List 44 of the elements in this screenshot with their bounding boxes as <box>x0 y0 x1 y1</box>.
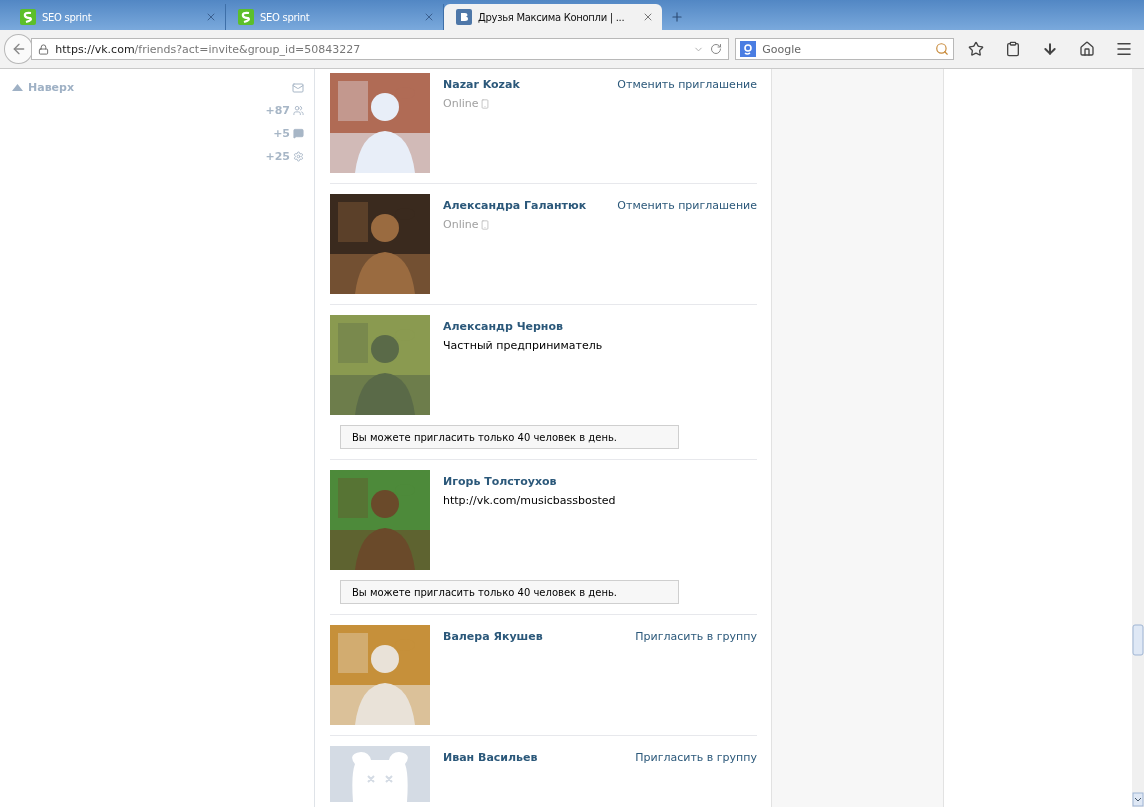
scrollbar[interactable] <box>1132 69 1144 807</box>
close-icon[interactable] <box>642 11 654 23</box>
invite-link[interactable]: Пригласить в группу <box>635 751 757 764</box>
close-icon[interactable] <box>423 11 435 23</box>
search-engine-icon <box>740 41 757 57</box>
friend-status: Частный предприниматель <box>443 339 603 352</box>
back-button[interactable] <box>4 34 34 64</box>
reload-icon[interactable] <box>710 43 723 55</box>
clipboard-icon <box>1004 41 1021 57</box>
menu-icon <box>1115 40 1134 58</box>
limit-notice: Вы можете пригласить только 40 человек в день. <box>340 580 679 604</box>
friend-status: Online <box>443 97 479 110</box>
s-logo-icon <box>238 9 254 25</box>
friend-status: http://vk.com/musicbassbosted <box>443 494 616 507</box>
friend-name[interactable]: Nazar Kozak <box>443 78 520 91</box>
close-icon[interactable] <box>205 11 217 23</box>
phone-icon <box>480 98 491 109</box>
friend-name[interactable]: Иван Васильев <box>443 751 538 764</box>
search-bar[interactable]: Google <box>735 38 954 60</box>
people-icon <box>293 105 304 116</box>
friend-name[interactable]: Игорь Толстоухов <box>443 475 557 488</box>
mail-icon[interactable] <box>292 81 304 94</box>
friend-name[interactable]: Александра Галантюк <box>443 199 587 212</box>
comment-icon <box>293 128 304 139</box>
phone-icon <box>480 219 491 230</box>
limit-notice: Вы можете пригласить только 40 человек в день. <box>340 425 679 449</box>
settings-icon <box>293 151 304 162</box>
search-icon <box>934 42 949 56</box>
invite-link[interactable]: Отменить приглашение <box>617 199 757 212</box>
vk-logo-icon <box>456 9 472 25</box>
friend-name[interactable]: Александр Чернов <box>443 320 563 333</box>
s-logo-icon <box>20 9 36 25</box>
friend-name[interactable]: Валера Якушев <box>443 630 543 643</box>
invite-link[interactable]: Пригласить в группу <box>635 630 757 643</box>
friend-status: Online <box>443 218 479 231</box>
up-triangle-icon <box>12 84 23 91</box>
lock-icon <box>38 43 50 55</box>
new-tab-icon[interactable] <box>670 10 684 24</box>
browser-tab[interactable]: Друзья Максима Конопли | ... <box>444 4 662 30</box>
default-avatar-icon <box>330 746 430 802</box>
home-icon <box>1079 41 1096 57</box>
invite-link[interactable]: Отменить приглашение <box>617 78 757 91</box>
star-icon <box>967 41 984 57</box>
address-field[interactable]: https://vk.com/friends?act=invite&group_id=50843227 <box>31 38 730 60</box>
